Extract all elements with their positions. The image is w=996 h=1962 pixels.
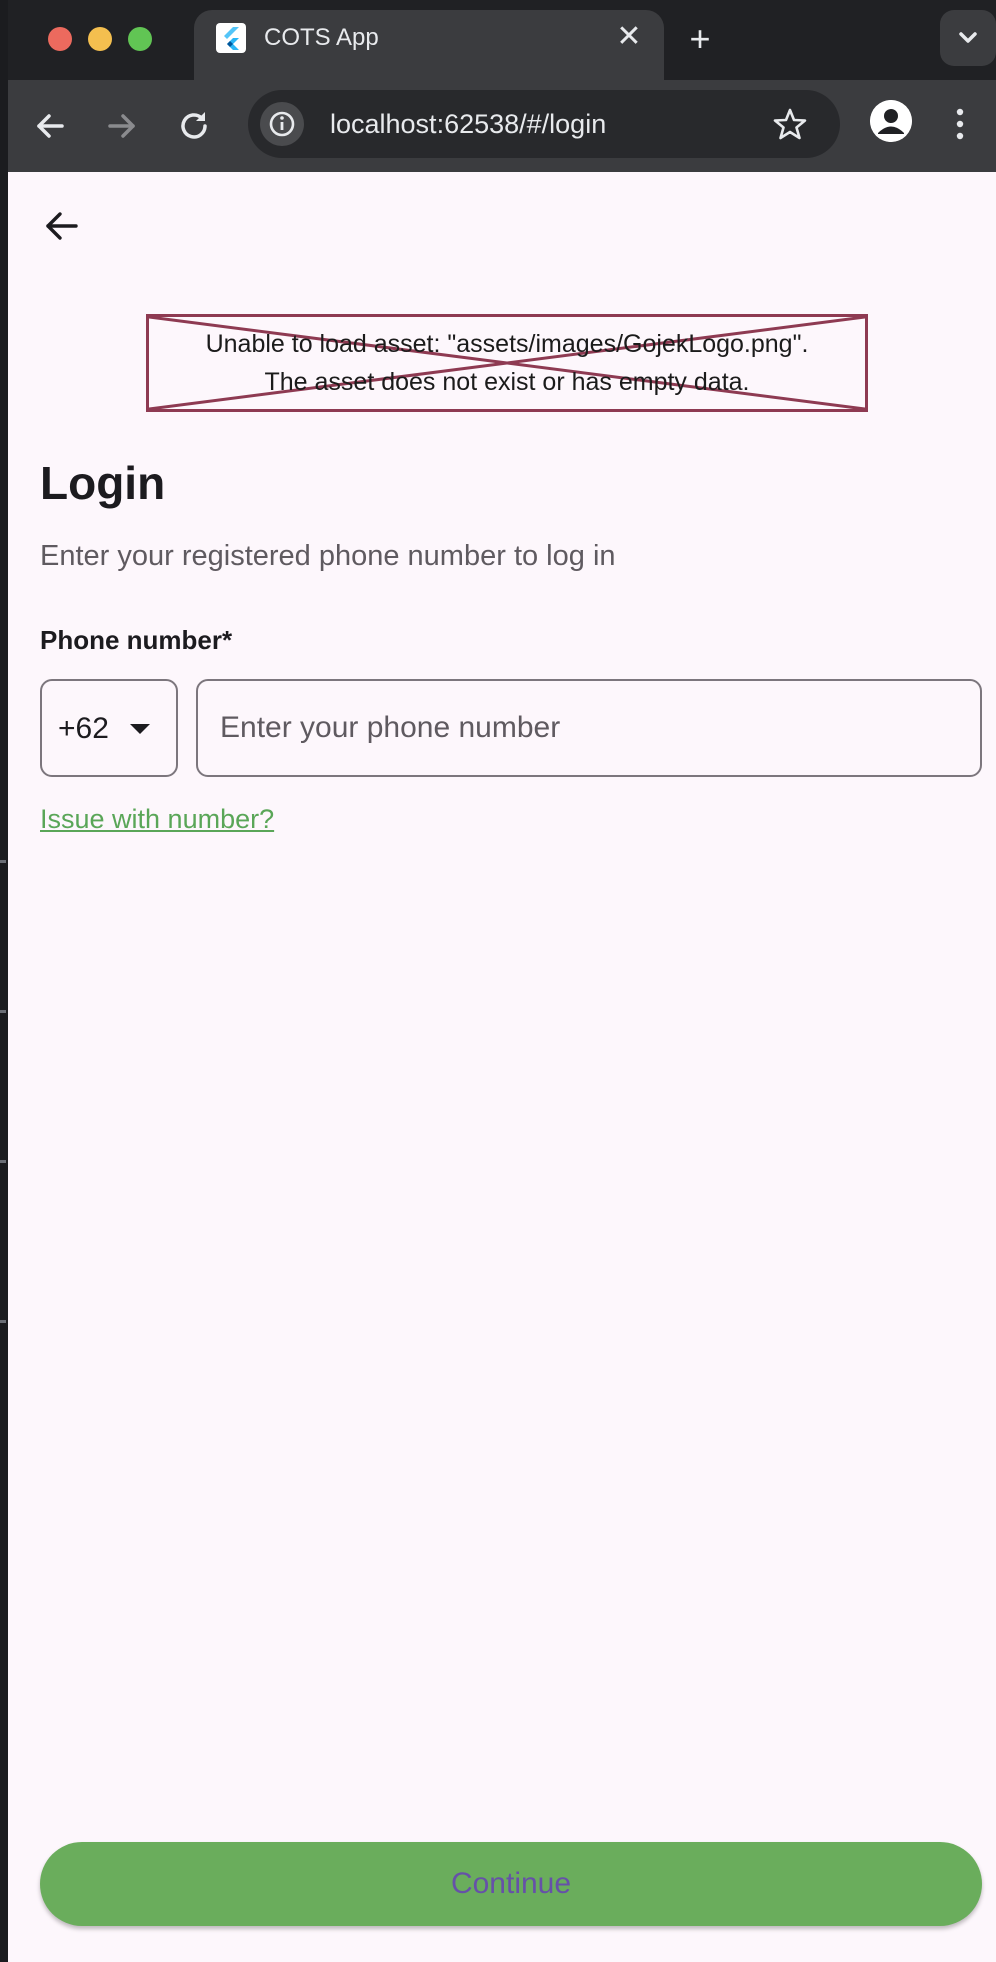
reload-icon[interactable] [174, 106, 214, 146]
desktop-background-strip [0, 0, 8, 1962]
tab-bar: COTS App ✕ + [8, 0, 996, 80]
asset-error-line: The asset does not exist or has empty da… [264, 368, 750, 396]
login-page: Unable to load asset: "assets/images/Goj… [8, 172, 996, 1962]
asset-error-line: Unable to load asset: "assets/images/Goj… [205, 330, 809, 358]
desktop-mark [0, 1320, 6, 1323]
issue-with-number-link[interactable]: Issue with number? [40, 802, 274, 836]
phone-number-input[interactable] [196, 679, 982, 777]
profile-icon[interactable] [870, 100, 912, 142]
tab-close-button[interactable]: ✕ [614, 22, 644, 52]
asset-error-message: Unable to load asset: "assets/images/Goj… [149, 325, 865, 401]
browser-tab[interactable]: COTS App ✕ [194, 10, 664, 80]
flutter-favicon-icon [216, 23, 246, 53]
browser-window: COTS App ✕ + localhost:62538/#/login Una… [8, 0, 996, 1962]
window-zoom-button[interactable] [128, 27, 152, 51]
page-title: Login [40, 457, 166, 509]
country-code-value: +62 [58, 712, 109, 745]
browser-toolbar: localhost:62538/#/login [8, 80, 996, 172]
bookmark-star-icon[interactable] [772, 106, 808, 142]
window-close-button[interactable] [48, 27, 72, 51]
page-subtitle: Enter your registered phone number to lo… [40, 540, 616, 572]
logo-image-error: Unable to load asset: "assets/images/Goj… [146, 314, 868, 412]
country-code-dropdown[interactable]: +62 [40, 679, 178, 777]
continue-button[interactable]: Continue [40, 1842, 982, 1926]
dropdown-caret-icon [130, 724, 150, 734]
url-text[interactable]: localhost:62538/#/login [330, 109, 606, 139]
back-arrow-icon[interactable] [30, 106, 70, 146]
more-menu-icon[interactable] [952, 104, 968, 144]
tab-search-button[interactable] [940, 10, 996, 66]
desktop-mark [0, 860, 6, 863]
desktop-mark [0, 1010, 6, 1013]
chevron-down-icon [959, 32, 977, 43]
back-arrow-icon [46, 212, 78, 240]
back-button[interactable] [38, 202, 86, 250]
new-tab-button[interactable]: + [680, 20, 720, 60]
forward-arrow-icon[interactable] [102, 106, 142, 146]
phone-number-label: Phone number* [40, 625, 233, 655]
desktop-mark [0, 1160, 6, 1163]
window-minimize-button[interactable] [88, 27, 112, 51]
site-info-icon[interactable] [260, 102, 304, 146]
address-bar[interactable]: localhost:62538/#/login [248, 90, 840, 158]
tab-title: COTS App [264, 24, 379, 51]
